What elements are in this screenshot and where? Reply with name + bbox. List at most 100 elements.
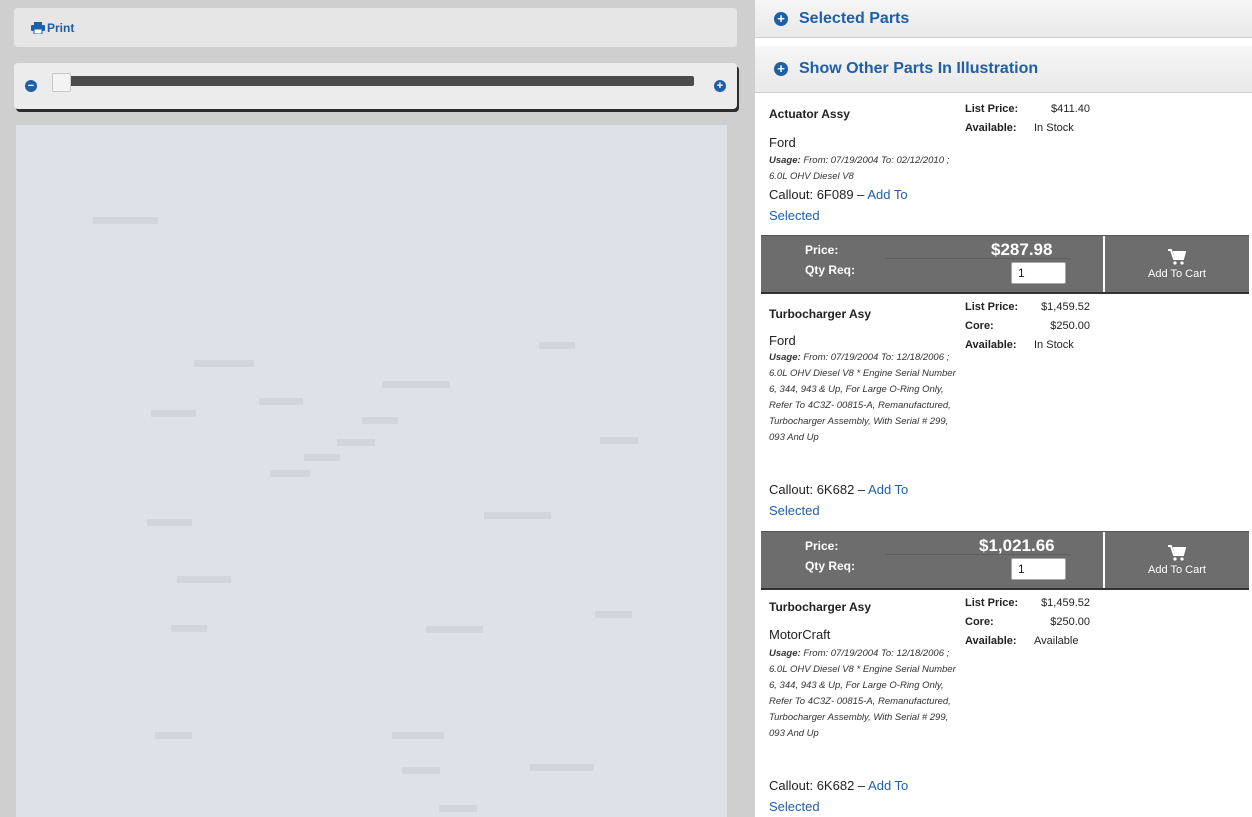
print-label: Print [47, 21, 75, 35]
part-callout: Callout: 6K682 – Add To Selected [769, 775, 959, 817]
zoom-slider-track[interactable] [54, 76, 694, 86]
zoom-slider-handle[interactable] [52, 73, 71, 92]
cart-bar: Price: $287.98 Qty Req: Add To Cart [761, 235, 1249, 292]
part-usage: Usage: From: 07/19/2004 To: 12/18/2006 ;… [769, 350, 961, 446]
other-parts-title: Show Other Parts In Illustration [799, 60, 1039, 77]
list-price-value: $411.40 [1051, 102, 1090, 115]
usage-label: Usage: [769, 352, 801, 363]
part-name: Turbocharger Asy [769, 307, 872, 321]
callout-value: 6K682 – [816, 482, 866, 497]
price-value: $1,021.66 [979, 536, 1055, 555]
callout-label[interactable] [530, 764, 594, 771]
add-to-cart-button[interactable]: Add To Cart [1105, 236, 1249, 292]
callout-label[interactable] [147, 519, 192, 526]
available-value: In Stock [1034, 121, 1074, 134]
price-value: $287.98 [991, 240, 1053, 259]
usage-label: Usage: [769, 155, 801, 166]
add-to-cart-button[interactable]: Add To Cart [1105, 532, 1249, 588]
callout-label[interactable] [337, 439, 375, 446]
callout-label[interactable] [151, 410, 196, 417]
callout-label[interactable] [194, 360, 254, 367]
zoom-out-button[interactable]: − [25, 80, 37, 92]
qty-input[interactable] [1011, 558, 1066, 580]
price-info: List Price: $1,459.52 Core: $250.00 Availa… [965, 593, 1114, 650]
minus-icon: − [27, 80, 35, 92]
price-info: List Price: $1,459.52 Core: $250.00 Availa… [965, 297, 1114, 354]
usage-label: Usage: [769, 648, 801, 659]
other-parts-header[interactable]: + Show Other Parts In Illustration [755, 46, 1252, 93]
part-brand: Ford [769, 333, 796, 348]
part-usage: Usage: From: 07/19/2004 To: 02/12/2010 ;… [769, 153, 961, 185]
selected-parts-header[interactable]: + Selected Parts [755, 0, 1252, 38]
price-info: List Price: $411.40 Available: In Stock [965, 99, 1114, 137]
price-label: Price: [805, 243, 839, 257]
core-label: Core: [965, 319, 994, 332]
list-price-label: List Price: [965, 102, 1019, 115]
add-to-cart-label: Add To Cart [1148, 563, 1206, 576]
zoom-in-button[interactable]: + [714, 80, 726, 92]
illustration-toolbar: Print [14, 8, 737, 47]
available-value: Available [1034, 634, 1079, 647]
price-label: Price: [805, 539, 839, 553]
callout-label[interactable] [93, 217, 158, 224]
callout-label[interactable] [392, 732, 444, 739]
list-price-label: List Price: [965, 596, 1019, 609]
callout-label[interactable] [155, 732, 192, 739]
callout-label[interactable] [439, 805, 477, 812]
core-value: $250.00 [1050, 319, 1090, 332]
qty-label: Qty Req: [805, 559, 856, 573]
callout-label[interactable] [484, 512, 551, 519]
available-label: Available: [965, 634, 1017, 647]
illustration-panel: Print − + [0, 0, 748, 817]
callout-label[interactable] [362, 417, 398, 424]
available-value: In Stock [1034, 338, 1074, 351]
callout-label[interactable] [600, 437, 638, 444]
core-value: $250.00 [1050, 615, 1090, 628]
part-name: Actuator Assy [769, 107, 850, 121]
part-brand: MotorCraft [769, 627, 831, 642]
selected-parts-title: Selected Parts [799, 9, 910, 27]
usage-text: From: 07/19/2004 To: 12/18/2006 ; 6.0L O… [769, 648, 956, 739]
available-label: Available: [965, 121, 1017, 134]
list-price-value: $1,459.52 [1041, 596, 1090, 609]
part-name: Turbocharger Asy [769, 600, 872, 614]
callout-value: 6K682 – [816, 778, 866, 793]
callout-label[interactable] [382, 381, 450, 388]
usage-text: From: 07/19/2004 To: 12/18/2006 ; 6.0L O… [769, 352, 956, 443]
core-label: Core: [965, 615, 994, 628]
cart-icon [1168, 248, 1186, 265]
callout-label[interactable] [402, 767, 440, 774]
callout-label[interactable] [426, 626, 483, 633]
printer-icon [31, 22, 45, 34]
callout-label[interactable] [539, 342, 575, 349]
part-brand: Ford [769, 135, 796, 150]
list-price-value: $1,459.52 [1041, 300, 1090, 313]
expand-icon: + [774, 11, 788, 26]
callout-label[interactable] [595, 611, 632, 618]
zoom-control: − + [14, 63, 737, 109]
part-usage: Usage: From: 07/19/2004 To: 12/18/2006 ;… [769, 646, 961, 742]
callout-label: Callout: [769, 187, 814, 202]
parts-illustration[interactable] [16, 125, 727, 817]
plus-icon: + [716, 80, 724, 92]
add-to-cart-label: Add To Cart [1148, 267, 1206, 280]
list-price-label: List Price: [965, 300, 1019, 313]
print-button[interactable]: Print [31, 21, 74, 35]
callout-label: Callout: [769, 482, 814, 497]
qty-label: Qty Req: [805, 263, 856, 277]
part-callout: Callout: 6K682 – Add To Selected [769, 479, 959, 521]
qty-input[interactable] [1011, 262, 1066, 284]
callout-label[interactable] [270, 470, 310, 477]
expand-icon: + [774, 62, 788, 76]
cart-icon [1168, 544, 1186, 561]
callout-label: Callout: [769, 778, 814, 793]
available-label: Available: [965, 338, 1017, 351]
callout-label[interactable] [259, 398, 303, 405]
cart-bar: Price: $1,021.66 Qty Req: Add To Cart [761, 531, 1249, 588]
callout-label[interactable] [304, 454, 340, 461]
parts-list-panel: + Selected Parts + Show Other Parts In I… [755, 0, 1252, 817]
callout-label[interactable] [171, 625, 207, 632]
part-callout: Callout: 6F089 – Add To Selected [769, 184, 959, 226]
callout-value: 6F089 – [816, 187, 865, 202]
callout-label[interactable] [177, 576, 231, 583]
